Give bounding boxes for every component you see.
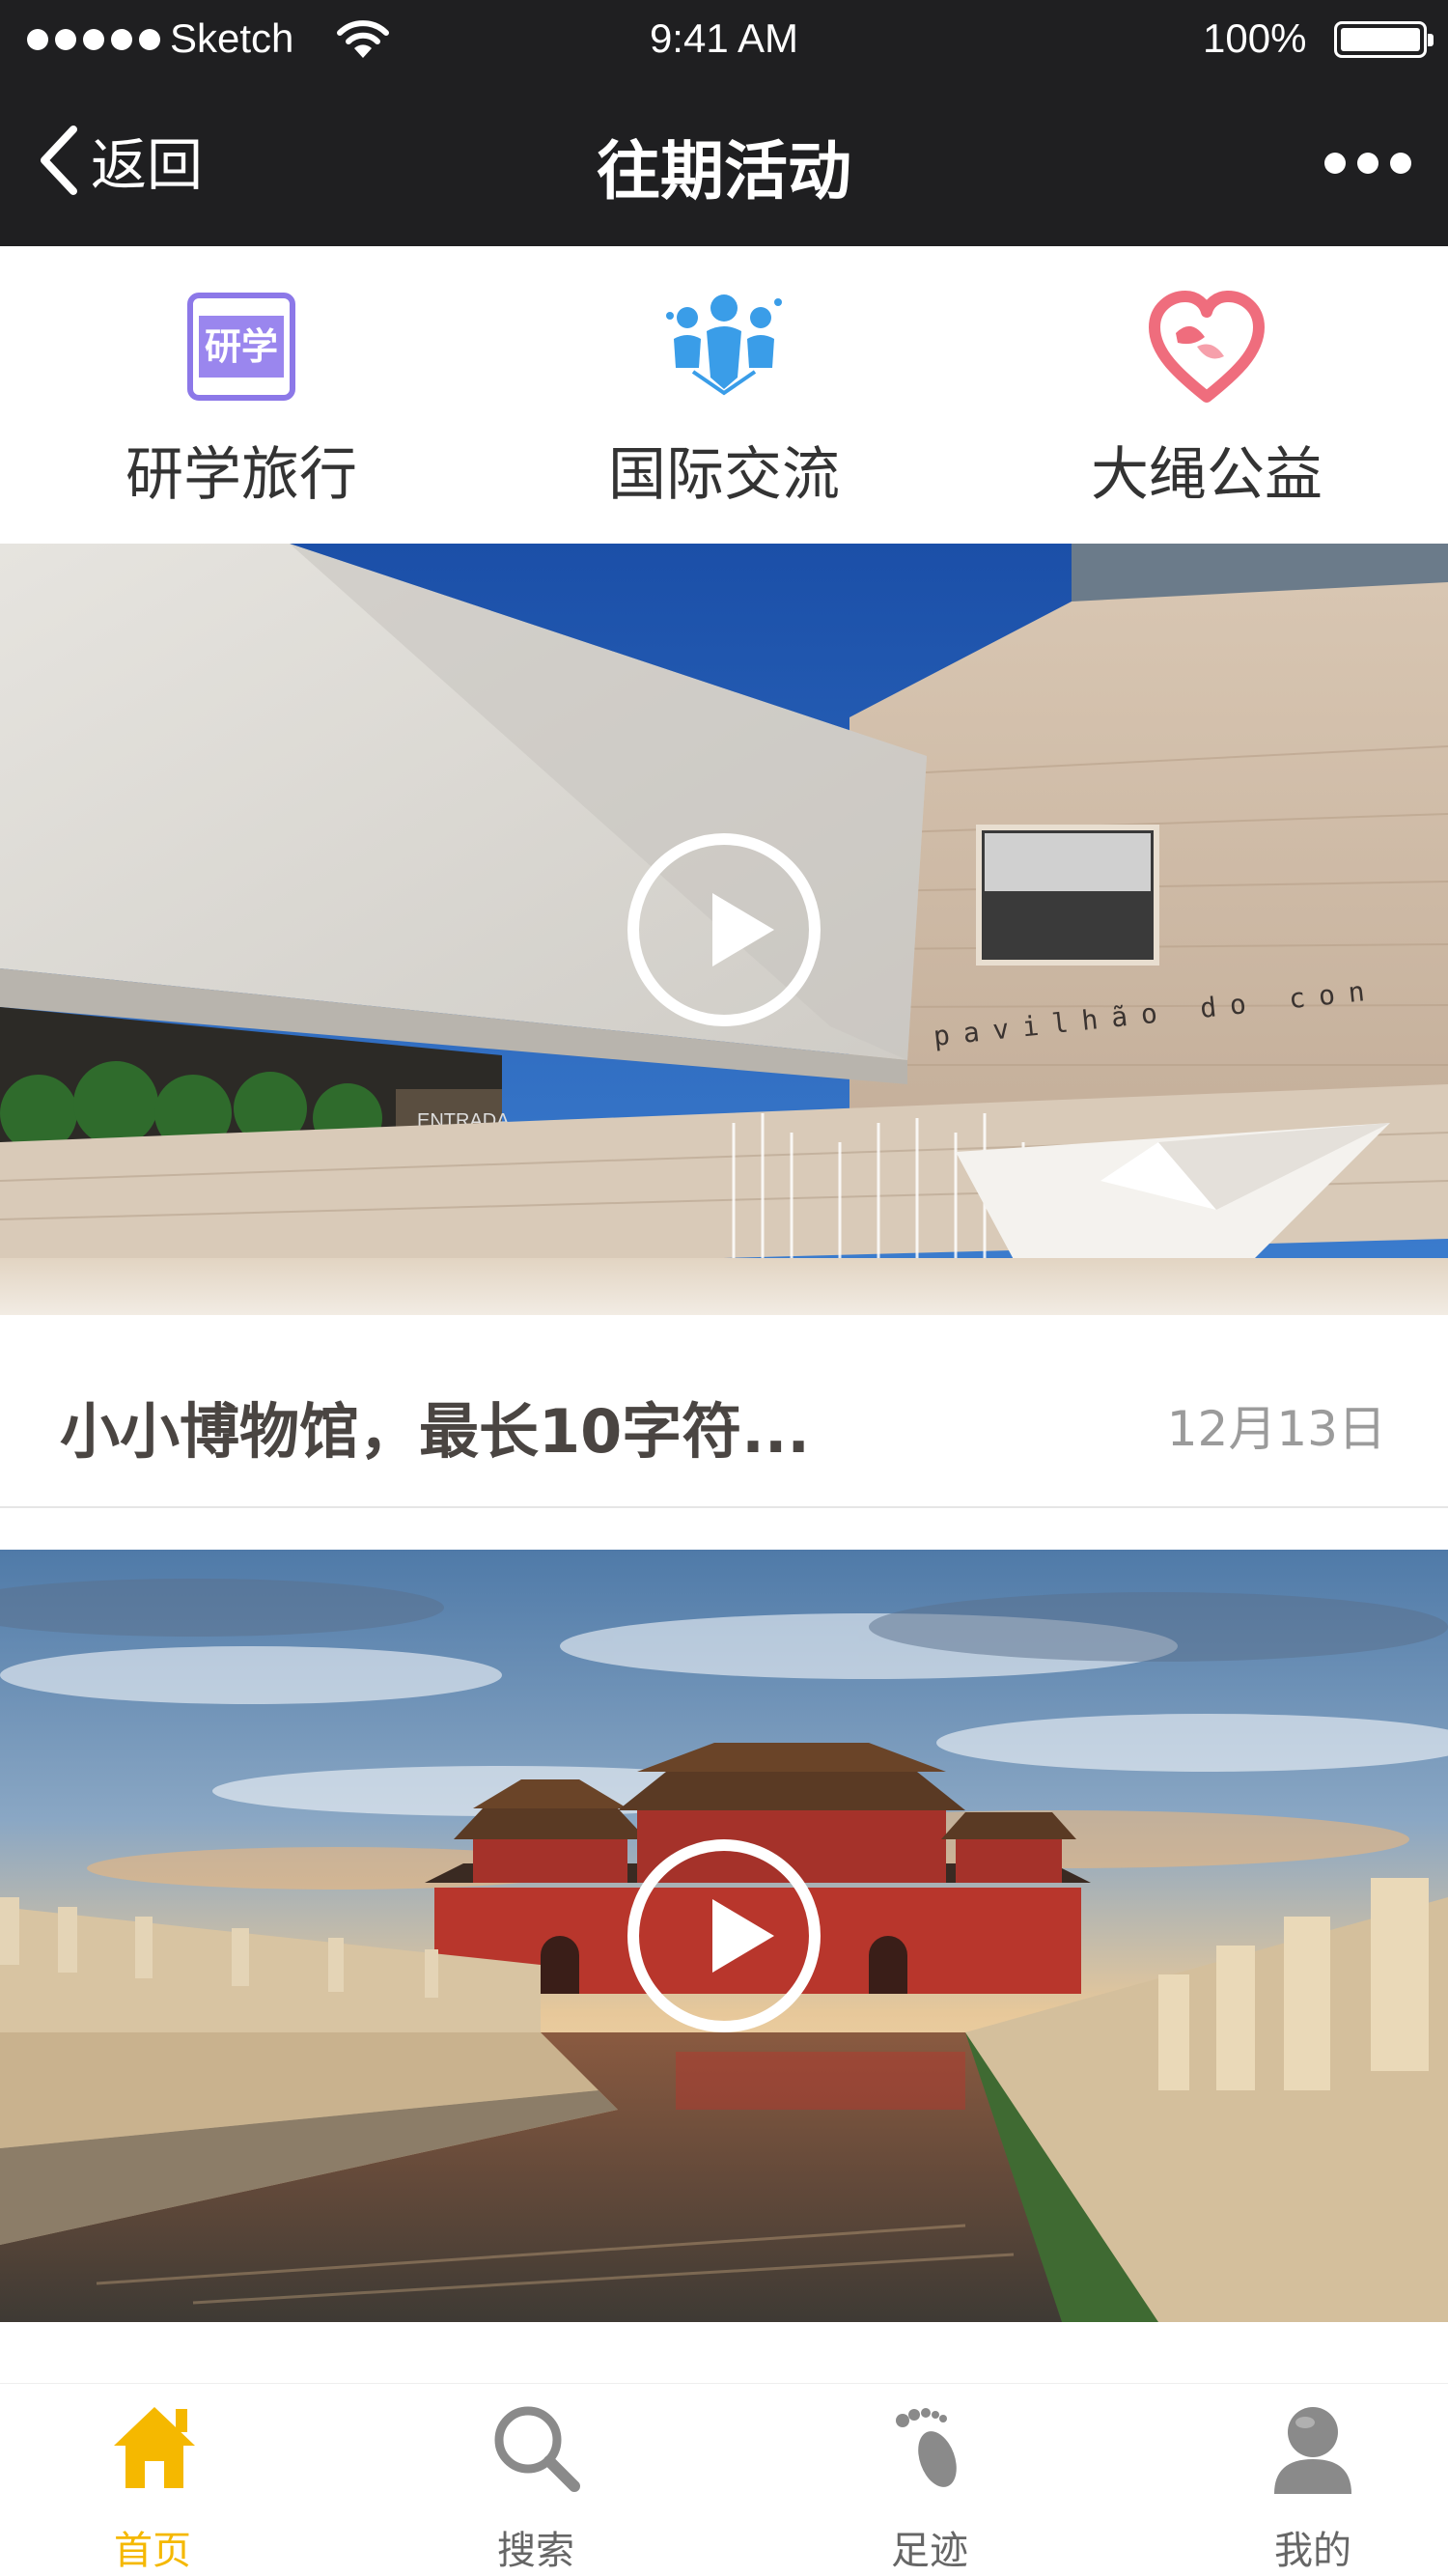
- people-exchange-icon: [666, 294, 782, 396]
- heart-icon: [1149, 291, 1265, 403]
- tab-label: 首页: [114, 2529, 191, 2573]
- yanxue-icon: 研学: [183, 289, 299, 405]
- tab-bar: 首页 搜索 足迹 我的: [0, 2383, 1448, 2576]
- activity-thumbnail[interactable]: pavilhão do con ENTRADA: [0, 544, 1448, 1316]
- tab-label: 足迹: [891, 2529, 968, 2573]
- footprint-icon: [896, 2408, 957, 2487]
- header: Sketch 9:41 AM 100% 返回 往期活动: [0, 0, 1448, 246]
- play-button-icon[interactable]: [627, 833, 821, 1026]
- category-row: 研学 研学旅行 国际交流 大绳公益: [0, 246, 1448, 544]
- profile-icon: [1274, 2407, 1351, 2494]
- activity-info: 小小博物馆，最长10字符... 12月13日: [0, 1315, 1448, 1508]
- tab-label: 搜索: [497, 2529, 574, 2573]
- category-international-exchange[interactable]: 国际交流: [483, 246, 965, 544]
- play-button-icon[interactable]: [627, 1839, 821, 2032]
- tab-home[interactable]: 首页: [0, 2384, 304, 2576]
- category-yanxue[interactable]: 研学 研学旅行: [0, 246, 483, 544]
- status-bar: Sketch 9:41 AM 100%: [0, 0, 1448, 83]
- tab-footprint[interactable]: 足迹: [690, 2384, 1072, 2576]
- activity-title: 小小博物馆，最长10字符...: [60, 1396, 810, 1467]
- home-icon: [114, 2407, 195, 2488]
- activity-thumbnail[interactable]: [0, 1550, 1448, 2322]
- tab-search[interactable]: 搜索: [304, 2384, 690, 2576]
- category-label: 大绳公益: [1091, 441, 1323, 509]
- activity-date: 12月13日: [1166, 1401, 1386, 1457]
- more-options-icon[interactable]: [1324, 153, 1411, 174]
- battery-percentage: 100%: [1203, 15, 1307, 61]
- yanxue-icon-text: 研学: [199, 316, 284, 378]
- category-label: 研学旅行: [125, 441, 357, 509]
- tab-profile[interactable]: 我的: [1072, 2384, 1448, 2576]
- search-icon: [494, 2406, 580, 2492]
- category-charity[interactable]: 大绳公益: [965, 246, 1448, 544]
- category-label: 国际交流: [608, 441, 840, 509]
- battery-icon: [1334, 21, 1434, 58]
- tab-label: 我的: [1274, 2529, 1351, 2573]
- page-title: 往期活动: [597, 134, 851, 209]
- navigation-bar: 返回 往期活动: [0, 83, 1448, 246]
